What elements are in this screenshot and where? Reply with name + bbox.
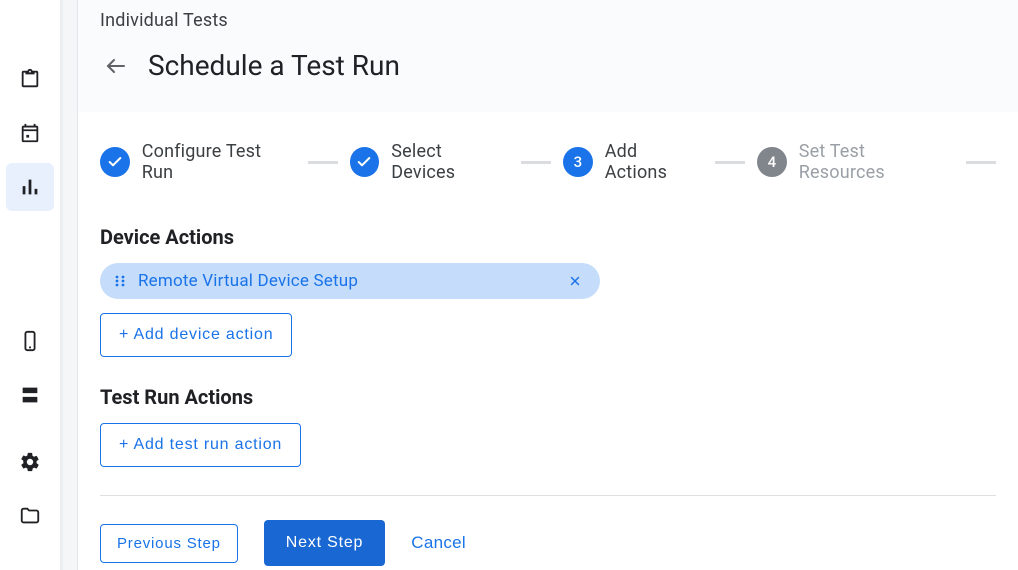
sidebar-divider xyxy=(60,0,63,570)
clipboard-icon xyxy=(19,68,41,90)
folder-icon xyxy=(19,505,41,527)
chip-remove-button[interactable] xyxy=(564,270,586,292)
step-circle-3: 3 xyxy=(563,147,593,177)
chip-label: Remote Virtual Device Setup xyxy=(138,271,552,291)
sidebar-item-analytics[interactable] xyxy=(6,163,54,211)
sidebar xyxy=(0,0,60,570)
device-action-chip[interactable]: Remote Virtual Device Setup xyxy=(100,263,600,299)
step-circle-2 xyxy=(350,147,380,177)
gear-icon xyxy=(19,451,41,473)
back-button[interactable] xyxy=(102,52,130,80)
close-icon xyxy=(568,274,582,288)
page-title: Schedule a Test Run xyxy=(148,49,400,82)
previous-step-button[interactable]: Previous Step xyxy=(100,524,238,563)
step-label-1: Configure Test Run xyxy=(142,141,296,183)
step-label-2: Select Devices xyxy=(391,141,509,183)
calendar-icon xyxy=(19,122,41,144)
step-connector xyxy=(308,161,338,164)
device-actions-title: Device Actions xyxy=(100,225,996,249)
arrow-left-icon xyxy=(104,54,128,78)
sidebar-item-calendar[interactable] xyxy=(6,109,54,157)
device-actions-section: Device Actions Remote Virtual Device Set… xyxy=(100,225,996,357)
sidebar-item-folder[interactable] xyxy=(6,492,54,540)
footer-actions: Previous Step Next Step Cancel xyxy=(100,520,996,566)
add-device-action-button[interactable]: + Add device action xyxy=(100,313,292,357)
check-icon xyxy=(107,154,123,170)
check-icon xyxy=(356,154,372,170)
cancel-button[interactable]: Cancel xyxy=(411,533,466,553)
main-content: Individual Tests Schedule a Test Run xyxy=(78,0,1018,570)
step-label-4: Set Test Resources xyxy=(799,141,955,183)
sidebar-item-server[interactable] xyxy=(6,371,54,419)
bar-chart-icon xyxy=(19,176,41,198)
step-circle-4: 4 xyxy=(757,147,787,177)
test-run-actions-title: Test Run Actions xyxy=(100,385,996,409)
step-connector xyxy=(966,161,996,164)
server-icon xyxy=(19,384,41,406)
step-actions[interactable]: 3 Add Actions xyxy=(563,141,703,183)
next-step-button[interactable]: Next Step xyxy=(264,520,385,566)
step-resources[interactable]: 4 Set Test Resources xyxy=(757,141,954,183)
drag-handle-icon[interactable] xyxy=(114,274,126,288)
step-circle-1 xyxy=(100,147,130,177)
add-test-run-action-button[interactable]: + Add test run action xyxy=(100,423,301,467)
breadcrumb[interactable]: Individual Tests xyxy=(78,0,1018,31)
step-connector xyxy=(715,161,745,164)
sidebar-item-device[interactable] xyxy=(6,317,54,365)
sidebar-item-clipboard[interactable] xyxy=(6,55,54,103)
step-devices[interactable]: Select Devices xyxy=(350,141,510,183)
stepper: Configure Test Run Select Devices 3 Add … xyxy=(100,113,996,213)
step-connector xyxy=(521,161,551,164)
test-run-actions-section: Test Run Actions + Add test run action xyxy=(100,385,996,467)
divider xyxy=(100,495,996,496)
device-icon xyxy=(19,330,41,352)
sidebar-item-settings[interactable] xyxy=(6,438,54,486)
step-label-3: Add Actions xyxy=(605,141,704,183)
step-configure[interactable]: Configure Test Run xyxy=(100,141,296,183)
